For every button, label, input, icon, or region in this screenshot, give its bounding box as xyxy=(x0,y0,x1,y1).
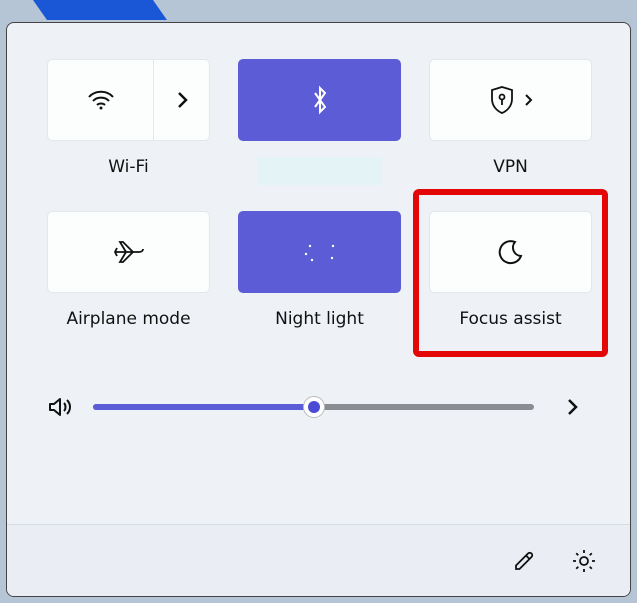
volume-slider[interactable] xyxy=(93,396,534,418)
focus-assist-tile[interactable] xyxy=(429,211,592,293)
chevron-right-icon xyxy=(175,89,189,111)
volume-row xyxy=(7,339,630,455)
pencil-icon xyxy=(512,549,536,573)
edit-button[interactable] xyxy=(506,543,542,579)
bottom-toolbar xyxy=(7,524,630,596)
gear-icon xyxy=(571,548,597,574)
airplane-mode-tile[interactable] xyxy=(47,211,210,293)
settings-button[interactable] xyxy=(566,543,602,579)
wifi-icon xyxy=(87,89,115,111)
vpn-label: VPN xyxy=(493,157,528,177)
wifi-expand-button[interactable] xyxy=(154,60,209,140)
tiles-grid: Wi-Fi xyxy=(7,23,630,339)
airplane-icon xyxy=(112,238,146,266)
shield-key-icon xyxy=(489,85,515,115)
wifi-tile[interactable] xyxy=(47,59,210,141)
slider-fill xyxy=(93,404,314,410)
bluetooth-icon xyxy=(310,84,330,116)
bluetooth-label-placeholder xyxy=(257,157,382,185)
night-light-icon xyxy=(302,238,338,266)
focus-assist-label: Focus assist xyxy=(459,309,561,329)
airplane-label: Airplane mode xyxy=(66,309,190,329)
bluetooth-tile[interactable] xyxy=(238,59,401,141)
slider-thumb[interactable] xyxy=(303,396,325,418)
vpn-tile[interactable] xyxy=(429,59,592,141)
wifi-toggle[interactable] xyxy=(48,60,154,140)
background-window-fragment xyxy=(0,0,200,20)
moon-icon xyxy=(497,238,525,266)
wifi-label: Wi-Fi xyxy=(108,157,149,177)
night-light-label: Night light xyxy=(275,309,364,329)
night-light-tile[interactable] xyxy=(238,211,401,293)
quick-settings-panel: Wi-Fi xyxy=(6,22,631,597)
speaker-icon[interactable] xyxy=(47,395,73,419)
chevron-right-icon xyxy=(523,92,533,108)
chevron-right-icon xyxy=(565,396,579,418)
volume-expand-button[interactable] xyxy=(554,389,590,425)
